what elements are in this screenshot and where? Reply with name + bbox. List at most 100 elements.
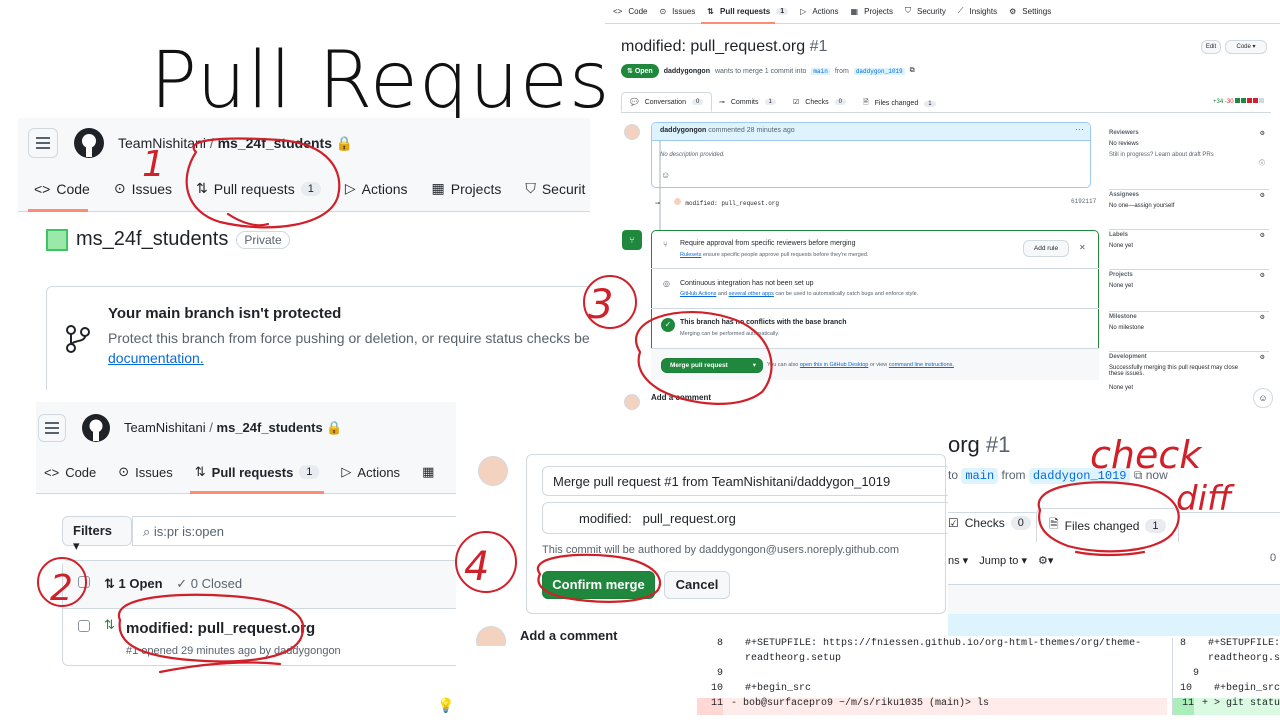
gear-icon[interactable]: ⚙ xyxy=(1260,272,1265,279)
sidebar-development[interactable]: Development Successfully merging this pu… xyxy=(1109,352,1269,408)
sidebar-milestone[interactable]: Milestone No milestone ⚙ xyxy=(1109,312,1269,352)
merge-pull-request-button[interactable]: Merge pull request ▾ xyxy=(661,358,763,373)
sidebar-labels[interactable]: Labels None yet ⚙ xyxy=(1109,230,1269,270)
breadcrumb-repo[interactable]: ms_24f_students xyxy=(217,420,323,435)
github-logo-icon[interactable] xyxy=(81,413,111,443)
head-branch[interactable]: daddygon_1019 xyxy=(1028,468,1131,484)
author-avatar xyxy=(624,124,640,140)
select-all-checkbox[interactable] xyxy=(78,576,90,588)
closed-filter[interactable]: ✓ 0 Closed xyxy=(176,576,242,591)
nav-actions[interactable]: ▷ Actions xyxy=(800,6,838,16)
documentation-link[interactable]: documentation. xyxy=(108,350,204,366)
nav-issues[interactable]: ⊙ Issues xyxy=(659,6,695,16)
other-apps-link[interactable]: several other apps xyxy=(729,291,774,297)
open-state-badge: ⇅ Open xyxy=(621,64,659,78)
diffstat-deletions: -30 xyxy=(1224,99,1234,105)
tab-projects[interactable]: ▦ Projects xyxy=(432,180,502,197)
rulesets-link[interactable]: Rulesets xyxy=(680,252,701,258)
commit-message[interactable]: modified: pull_request.org xyxy=(685,200,779,207)
gear-icon[interactable]: ⚙ xyxy=(1260,130,1265,137)
pr-row-checkbox[interactable] xyxy=(78,620,90,632)
base-branch[interactable]: main xyxy=(961,468,999,484)
filters-button[interactable]: Filters ▾ xyxy=(62,516,132,553)
close-icon[interactable]: ✕ xyxy=(1079,243,1086,252)
github-actions-link[interactable]: GitHub Actions xyxy=(680,291,716,297)
gear-icon[interactable]: ⚙▾ xyxy=(1038,555,1053,567)
confirm-merge-button[interactable]: Confirm merge xyxy=(542,571,655,599)
command-line-link[interactable]: command line instructions. xyxy=(889,362,954,368)
graph-icon: ⟋ xyxy=(957,6,964,15)
no-conflicts-title: This branch has no conflicts with the ba… xyxy=(680,319,847,326)
commit-icon: ⊸ xyxy=(655,201,661,207)
comment-author[interactable]: daddygongon xyxy=(660,127,706,134)
breadcrumb-owner[interactable]: TeamNishitani xyxy=(118,135,206,151)
hamburger-button[interactable] xyxy=(38,414,66,442)
tab-checks[interactable]: ☑ Checks 0 xyxy=(948,516,1031,530)
breadcrumb-owner[interactable]: TeamNishitani xyxy=(124,420,206,435)
jump-to-dropdown[interactable]: Jump to ▾ xyxy=(979,555,1027,567)
nav-insights[interactable]: ⟋ Insights xyxy=(958,6,997,16)
tab-files-changed[interactable]: 🗎 Files changed 1 xyxy=(1036,508,1179,542)
pr-tab-conversation[interactable]: 💬 Conversation 0 xyxy=(621,92,713,112)
head-branch[interactable]: daddygon_1019 xyxy=(853,67,905,75)
open-filter[interactable]: ⇅ 1 Open xyxy=(104,576,163,591)
gear-icon[interactable]: ⚙ xyxy=(1260,232,1265,239)
hamburger-button[interactable] xyxy=(28,128,58,158)
active-tab-underline xyxy=(190,491,324,494)
tab-code[interactable]: <> Code xyxy=(44,464,96,480)
nav-projects[interactable]: ▦ Projects xyxy=(851,6,893,16)
tab-pull-requests[interactable]: ⇅ Pull requests 1 xyxy=(195,464,320,480)
sidebar-assignees[interactable]: Assignees No one—assign yourself ⚙ xyxy=(1109,190,1269,230)
tab-actions[interactable]: ▷ Actions xyxy=(345,180,408,197)
cancel-button[interactable]: Cancel xyxy=(664,571,730,599)
kebab-menu-icon[interactable]: ··· xyxy=(1075,124,1084,134)
pr-tab-checks[interactable]: ☑ Checks 0 xyxy=(793,98,846,106)
edit-button[interactable]: Edit xyxy=(1201,40,1221,54)
confirm-merge-panel: Merge pull request #1 from TeamNishitani… xyxy=(472,436,948,646)
sidebar-projects[interactable]: Projects None yet ⚙ xyxy=(1109,270,1269,312)
nav-settings[interactable]: ⚙ Settings xyxy=(1009,6,1051,16)
tab-projects[interactable]: ▦ xyxy=(422,464,434,480)
merge-dropdown-icon[interactable]: ▾ xyxy=(753,359,756,372)
commit-sha[interactable]: 6192117 xyxy=(1071,198,1096,205)
copilot-icon[interactable]: ☺ xyxy=(1253,388,1273,408)
check-circle-icon: ✓ xyxy=(661,318,675,332)
code-icon: <> xyxy=(34,180,51,197)
commit-title-input[interactable]: Merge pull request #1 from TeamNishitani… xyxy=(542,466,948,496)
pr-count-badge: 1 xyxy=(300,181,321,196)
tab-security[interactable]: ⛉ Securit xyxy=(525,180,585,197)
gear-icon[interactable]: ⚙ xyxy=(1260,314,1265,321)
comment-icon: 💬 xyxy=(630,99,639,106)
commit-body-input[interactable]: modified: pull_request.org xyxy=(542,502,948,534)
reviewer-rule-icon: ⑂ xyxy=(663,240,668,249)
gear-icon[interactable]: ⚙ xyxy=(1260,354,1265,361)
nav-security[interactable]: ⛉ Security xyxy=(905,6,946,16)
github-logo-icon[interactable] xyxy=(73,127,105,159)
nav-pull-requests[interactable]: ⇅ Pull requests 1 xyxy=(707,6,789,16)
tab-issues[interactable]: ⊙ Issues xyxy=(118,464,172,480)
copy-icon[interactable]: ⧉ xyxy=(1134,468,1143,482)
add-rule-button[interactable]: Add rule xyxy=(1023,240,1069,257)
table-icon: ▦ xyxy=(431,180,445,196)
code-dropdown[interactable]: Code ▾ xyxy=(1225,40,1267,54)
pr-tab-commits[interactable]: ⊸ Commits 1 xyxy=(719,98,776,106)
github-desktop-link[interactable]: open this in GitHub Desktop xyxy=(800,362,868,368)
repo-heading[interactable]: ms_24f_students xyxy=(76,228,228,251)
base-branch[interactable]: main xyxy=(811,67,830,75)
tab-code[interactable]: <> Code xyxy=(34,180,90,197)
pull-request-icon: ⇅ xyxy=(194,464,206,479)
nav-code[interactable]: <> Code xyxy=(613,6,647,16)
tab-pull-requests[interactable]: ⇅ Pull requests 1 xyxy=(196,180,321,197)
pr-title-link[interactable]: modified: pull_request.org xyxy=(126,620,315,637)
tab-actions[interactable]: ▷ Actions xyxy=(341,464,400,480)
tab-issues[interactable]: ⊙ Issues xyxy=(114,180,172,197)
copy-icon[interactable]: ⧉ xyxy=(910,67,915,75)
pr-tab-files-changed[interactable]: 🗎 Files changed 1 xyxy=(863,98,936,109)
gear-icon[interactable]: ⚙ xyxy=(1260,192,1265,199)
breadcrumb-repo[interactable]: ms_24f_students xyxy=(218,135,332,151)
sidebar-reviewers[interactable]: Reviewers No reviews Still in progress? … xyxy=(1109,130,1269,190)
search-input[interactable]: ⌕ is:pr is:open xyxy=(132,516,456,546)
pr-author[interactable]: daddygongon xyxy=(664,68,710,75)
smiley-icon[interactable]: ☺ xyxy=(661,170,670,180)
repo-avatar xyxy=(46,228,68,251)
